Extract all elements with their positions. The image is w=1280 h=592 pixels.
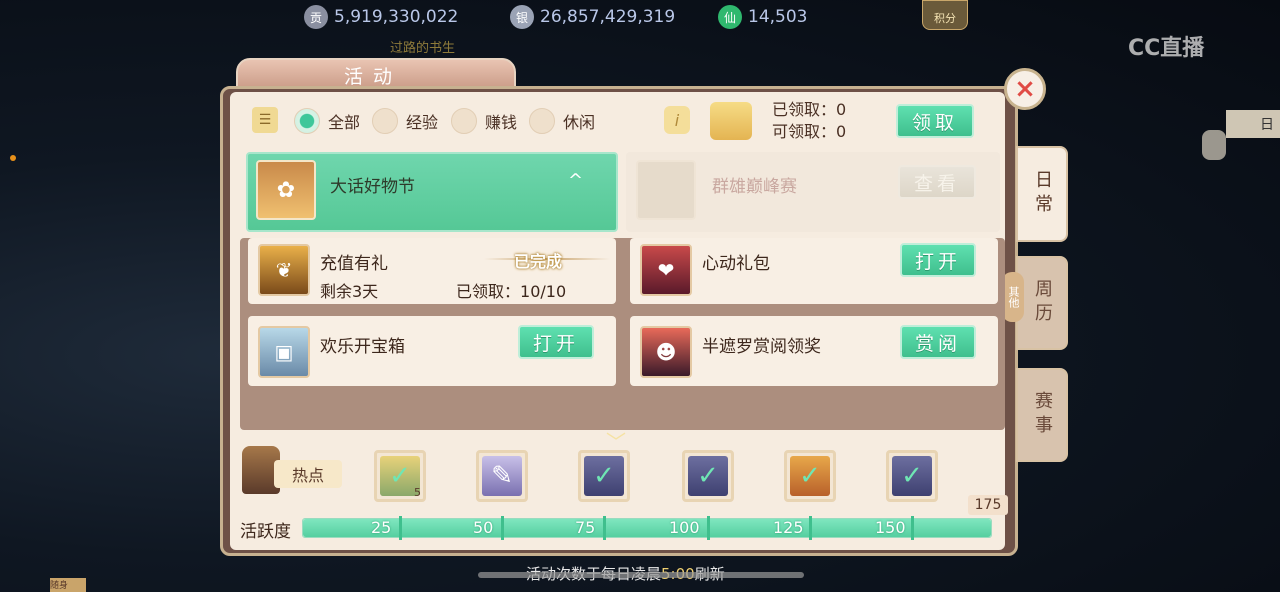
- hot-label: 热点: [274, 460, 342, 488]
- claimable-value: 0: [836, 122, 847, 141]
- filter-all[interactable]: 全部: [294, 108, 360, 134]
- gift-pack-icon: ❤: [640, 244, 692, 296]
- tab-daily[interactable]: 日常: [1016, 146, 1068, 242]
- home-indicator[interactable]: [478, 572, 804, 578]
- reward-box-5[interactable]: ✓: [784, 450, 836, 502]
- radio-icon[interactable]: [372, 108, 398, 134]
- reward-box-6[interactable]: ✓: [886, 450, 938, 502]
- progress-label: 已领取：: [456, 282, 521, 301]
- bottom-tag: 随身: [50, 578, 86, 592]
- filter-label: 赚钱: [485, 113, 518, 132]
- hot-spot[interactable]: 热点: [242, 446, 342, 496]
- currency-silver-value: 26,857,429,319: [540, 7, 676, 27]
- currency-jade-value: 14,503: [748, 7, 808, 27]
- filter-icon[interactable]: ☰: [252, 107, 278, 133]
- remaining-days: 剩余3天: [320, 282, 379, 301]
- filter-money[interactable]: 赚钱: [451, 108, 517, 134]
- item-name: 半遮罗赏阅领奖: [702, 337, 821, 357]
- emblem-icon: [636, 160, 696, 220]
- claimed-label: 已领取：: [772, 100, 837, 119]
- collapse-chevron-icon[interactable]: ^: [568, 170, 583, 191]
- claim-counts: 已领取：0 可领取：0: [772, 99, 846, 143]
- progress-value: 10/10: [520, 282, 567, 301]
- radio-selected-icon[interactable]: [294, 108, 320, 134]
- milestone-label: 50: [473, 518, 494, 537]
- claimable-label: 可领取：: [772, 122, 837, 141]
- tab-events[interactable]: 赛事: [1016, 368, 1068, 462]
- info-icon[interactable]: i: [664, 106, 690, 134]
- item-name: 心动礼包: [702, 254, 770, 274]
- open-button[interactable]: 打开: [518, 325, 594, 359]
- lantern-icon: [1202, 130, 1226, 160]
- panel-title: 活动: [344, 66, 403, 88]
- milestone-label: 150: [875, 518, 906, 537]
- filter-label: 休闲: [563, 113, 596, 132]
- character-portrait-icon: ☻: [640, 326, 692, 378]
- player-subtitle: 过路的书生: [390, 41, 456, 56]
- review-button[interactable]: 赏阅: [900, 325, 976, 359]
- item-name: 欢乐开宝箱: [320, 337, 405, 357]
- coin-gong-icon: 贡: [304, 5, 328, 29]
- reward-claimed-icon: ✓: [892, 456, 932, 496]
- watermark-logo: CC直播: [1128, 36, 1205, 61]
- reward-box-3[interactable]: ✓: [578, 450, 630, 502]
- reward-claimed-icon: ✓: [584, 456, 624, 496]
- category-other-name: 群雄巅峰赛: [712, 177, 797, 197]
- silver-ingot-icon: 银: [510, 5, 534, 29]
- open-button[interactable]: 打开: [900, 243, 976, 277]
- radio-icon[interactable]: [529, 108, 555, 134]
- reward-box-2[interactable]: ✎: [476, 450, 528, 502]
- treasure-claimed-icon: ✓: [790, 456, 830, 496]
- view-button[interactable]: 查看: [898, 165, 976, 199]
- milestone-tick: [501, 516, 504, 540]
- other-badge[interactable]: 其他: [1002, 272, 1024, 322]
- currency-silver: 银 26,857,429,319: [510, 4, 675, 30]
- peacock-feather-icon: ❦: [258, 244, 310, 296]
- gift-chest-icon: [710, 102, 752, 140]
- activity-progress-bar: 25 50 75 100 125 150: [302, 516, 992, 540]
- milestone-tick: [603, 516, 606, 540]
- milestone-tick: [707, 516, 710, 540]
- reward-claimed-icon: ✓: [688, 456, 728, 496]
- currency-gong: 贡 5,919,330,022: [304, 4, 458, 30]
- milestone-tick: [809, 516, 812, 540]
- reward-count: 5: [414, 486, 421, 499]
- milestone-label: 100: [669, 518, 700, 537]
- filter-leisure[interactable]: 休闲: [529, 108, 595, 134]
- reward-box-4[interactable]: ✓: [682, 450, 734, 502]
- milestone-label: 25: [371, 518, 392, 537]
- radio-icon[interactable]: [451, 108, 477, 134]
- background-corner-tab: 日: [1226, 110, 1280, 138]
- ember-decoration: [10, 155, 16, 161]
- points-badge[interactable]: 积分: [922, 0, 968, 30]
- close-button[interactable]: ×: [1004, 68, 1046, 110]
- milestone-tick: [911, 516, 914, 540]
- completed-badge: 已完成: [514, 252, 563, 271]
- milestone-label: 75: [575, 518, 596, 537]
- claim-button[interactable]: 领取: [896, 104, 974, 138]
- item-name: 充值有礼: [320, 254, 388, 274]
- treasure-chest-icon: ▣: [258, 326, 310, 378]
- claimed-value: 0: [836, 100, 847, 119]
- category-selected-name: 大话好物节: [330, 177, 415, 197]
- activity-max: 175: [968, 495, 1008, 515]
- milestone-tick: [399, 516, 402, 540]
- filter-exp[interactable]: 经验: [372, 108, 438, 134]
- currency-gong-value: 5,919,330,022: [334, 7, 459, 27]
- filter-label: 经验: [406, 113, 439, 132]
- festival-mascot-icon: ✿: [256, 160, 316, 220]
- currency-jade: 仙 14,503: [718, 4, 807, 30]
- scroll-flower-icon: ✎: [482, 456, 522, 496]
- milestone-label: 125: [773, 518, 804, 537]
- jade-icon: 仙: [718, 5, 742, 29]
- reward-box-1[interactable]: ✓ 5: [374, 450, 426, 502]
- item-progress: 已领取：10/10: [456, 278, 566, 302]
- filter-label: 全部: [328, 113, 361, 132]
- activity-label: 活跃度: [240, 522, 291, 542]
